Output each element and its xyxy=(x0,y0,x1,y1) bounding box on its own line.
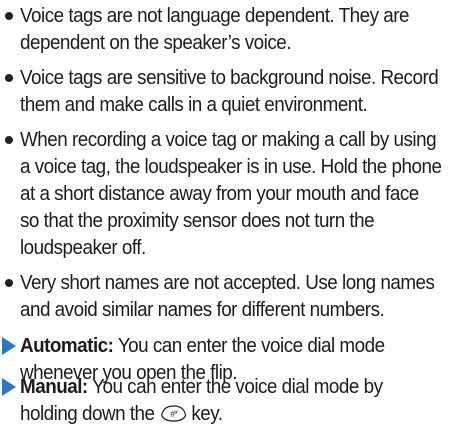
bullet-text-line: a voice tag, the loudspeaker is in use. … xyxy=(20,155,442,178)
arrow-right-icon xyxy=(2,378,16,396)
bullet-icon xyxy=(5,74,13,82)
bullet-icon xyxy=(5,136,13,144)
bullet-item: Very short names are not accepted. Use l… xyxy=(0,269,474,325)
option-text: key. xyxy=(191,402,223,425)
bullet-item: When recording a voice tag or making a c… xyxy=(0,126,474,266)
bullet-text-line: and avoid similar names for different nu… xyxy=(20,298,385,321)
bullet-text-line: Voice tags are sensitive to background n… xyxy=(20,66,439,89)
bullet-text-line: When recording a voice tag or making a c… xyxy=(20,128,437,151)
option-label-manual: Manual: xyxy=(20,375,88,398)
option-label-automatic: Automatic: xyxy=(20,334,114,357)
option-text: holding down the xyxy=(20,402,155,425)
bullet-text-line: dependent on the speaker’s voice. xyxy=(20,31,291,54)
bullet-icon xyxy=(5,279,13,287)
option-line: Automatic: You can enter the voice dial … xyxy=(20,332,385,360)
arrow-right-icon xyxy=(2,337,16,355)
bullet-text-line: loudspeaker off. xyxy=(20,236,146,259)
option-manual: Manual: You can enter the voice dial mod… xyxy=(0,373,474,429)
option-text: You can enter the voice dial mode xyxy=(113,334,385,357)
bullet-item: Voice tags are sensitive to background n… xyxy=(0,64,474,120)
option-text: You can enter the voice dial mode by xyxy=(87,375,383,398)
manual-page: Voice tags are not language dependent. T… xyxy=(0,0,474,431)
option-line: holding down the #* key. xyxy=(20,400,223,428)
bullet-item: Voice tags are not language dependent. T… xyxy=(0,2,474,58)
bullet-text-line: Very short names are not accepted. Use l… xyxy=(20,271,435,294)
hash-key-icon: #* xyxy=(160,403,188,423)
bullet-text-line: at a short distance away from your mouth… xyxy=(20,182,419,205)
option-line: Manual: You can enter the voice dial mod… xyxy=(20,373,383,401)
bullet-text-line: Voice tags are not language dependent. T… xyxy=(20,4,410,27)
key-icon-label: #* xyxy=(170,408,178,418)
bullet-text-line: so that the proximity sensor does not tu… xyxy=(20,209,375,232)
bullet-text-line: them and make calls in a quiet environme… xyxy=(20,93,368,116)
bullet-icon xyxy=(5,12,13,20)
